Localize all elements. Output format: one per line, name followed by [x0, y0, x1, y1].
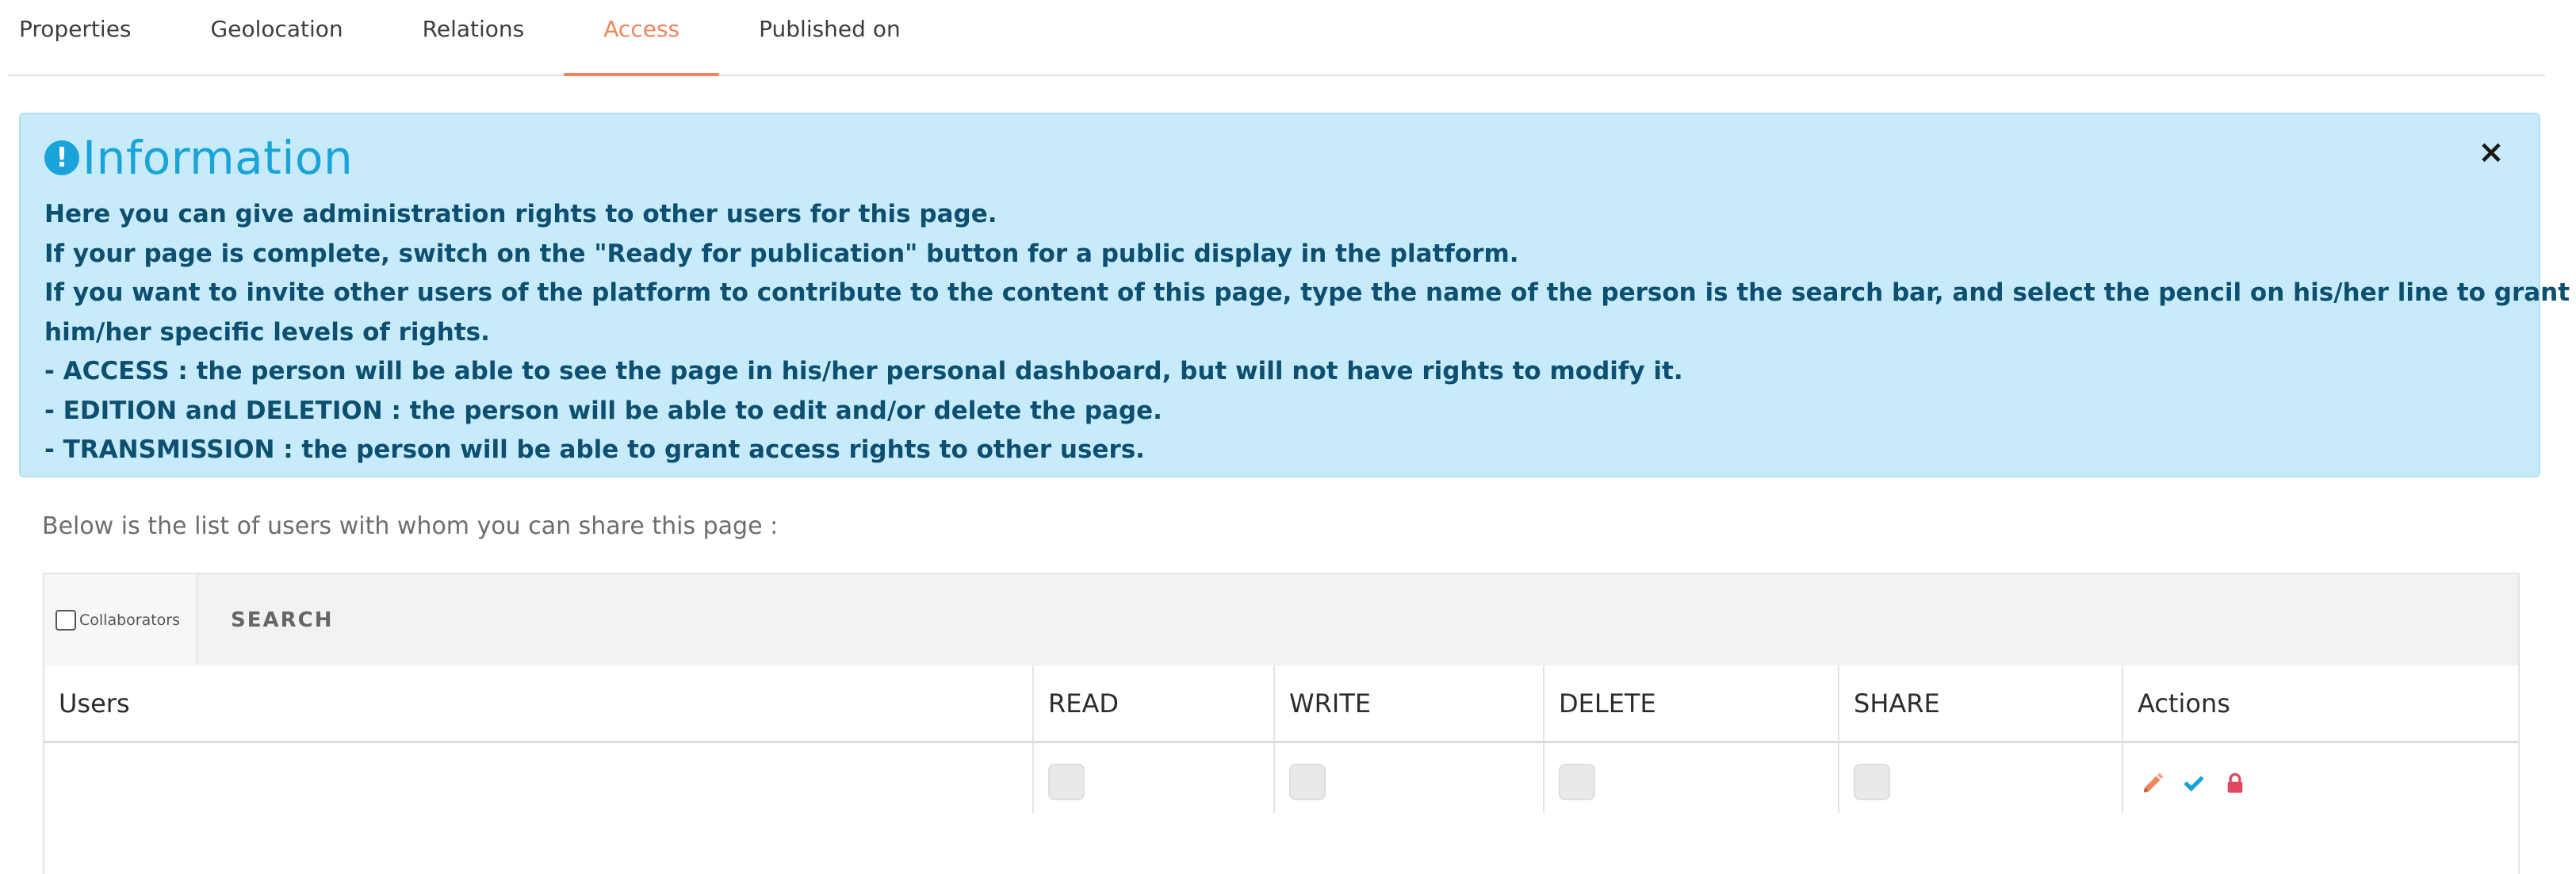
- write-cell: [1275, 743, 1544, 813]
- read-toggle[interactable]: [1048, 764, 1085, 800]
- lock-icon[interactable]: [2220, 769, 2250, 799]
- user-cell: [44, 743, 1034, 813]
- search-button[interactable]: SEARCH: [231, 608, 333, 632]
- header-actions: Actions: [2138, 688, 2230, 719]
- tab-properties[interactable]: Properties: [8, 0, 171, 75]
- users-share-panel: Collaborators SEARCH Users READ WRITE DE…: [43, 573, 2520, 874]
- alert-line: - TRANSMISSION : the person will be able…: [44, 435, 1145, 464]
- header-write: WRITE: [1275, 665, 1544, 741]
- header-delete: DELETE: [1544, 665, 1839, 741]
- read-cell: [1034, 743, 1275, 813]
- share-intro-text: Below is the list of users with whom you…: [42, 512, 779, 540]
- alert-line: Here you can give administration rights …: [44, 200, 997, 228]
- alert-body: Here you can give administration rights …: [44, 195, 2570, 470]
- table-header: Users READ WRITE DELETE SHARE Actions: [44, 665, 2518, 743]
- exclamation-circle-icon: !: [44, 140, 79, 175]
- tab-published-on[interactable]: Published on: [719, 0, 940, 75]
- share-cell: [1839, 743, 2123, 813]
- actions-cell: [2123, 743, 2518, 813]
- close-icon[interactable]: ×: [2472, 133, 2510, 171]
- alert-line: him/her specific levels of rights.: [44, 317, 490, 347]
- alert-line: - EDITION and DELETION : the person will…: [44, 396, 1162, 425]
- tab-relations[interactable]: Relations: [383, 0, 565, 75]
- alert-line: - ACCESS : the person will be able to se…: [44, 357, 1683, 385]
- header-read: READ: [1034, 665, 1275, 741]
- check-icon[interactable]: [2179, 769, 2209, 799]
- alert-line: If your page is complete, switch on the …: [44, 239, 1519, 268]
- header-users: Users: [44, 665, 1034, 741]
- tab-access[interactable]: Access: [564, 0, 719, 76]
- delete-toggle[interactable]: [1559, 764, 1595, 800]
- information-alert: ! Information × Here you can give admini…: [19, 113, 2570, 477]
- collaborators-checkbox[interactable]: [56, 609, 76, 631]
- pencil-icon[interactable]: [2138, 769, 2168, 799]
- delete-cell: [1544, 743, 1839, 813]
- alert-header: ! Information: [44, 125, 2513, 190]
- collaborators-filter[interactable]: Collaborators: [44, 574, 198, 665]
- collaborators-label: Collaborators: [79, 611, 181, 629]
- table-row: [44, 743, 2518, 813]
- alert-line: If you want to invite other users of the…: [44, 278, 2570, 307]
- users-toolbar: Collaborators SEARCH: [44, 574, 2518, 665]
- header-share: SHARE: [1839, 665, 2123, 741]
- write-toggle[interactable]: [1289, 764, 1326, 800]
- tab-geolocation[interactable]: Geolocation: [171, 0, 383, 75]
- alert-title: Information: [82, 131, 354, 185]
- tab-bar: Properties Geolocation Relations Access …: [8, 0, 2545, 76]
- row-actions: [2138, 764, 2250, 799]
- share-toggle[interactable]: [1854, 764, 1890, 800]
